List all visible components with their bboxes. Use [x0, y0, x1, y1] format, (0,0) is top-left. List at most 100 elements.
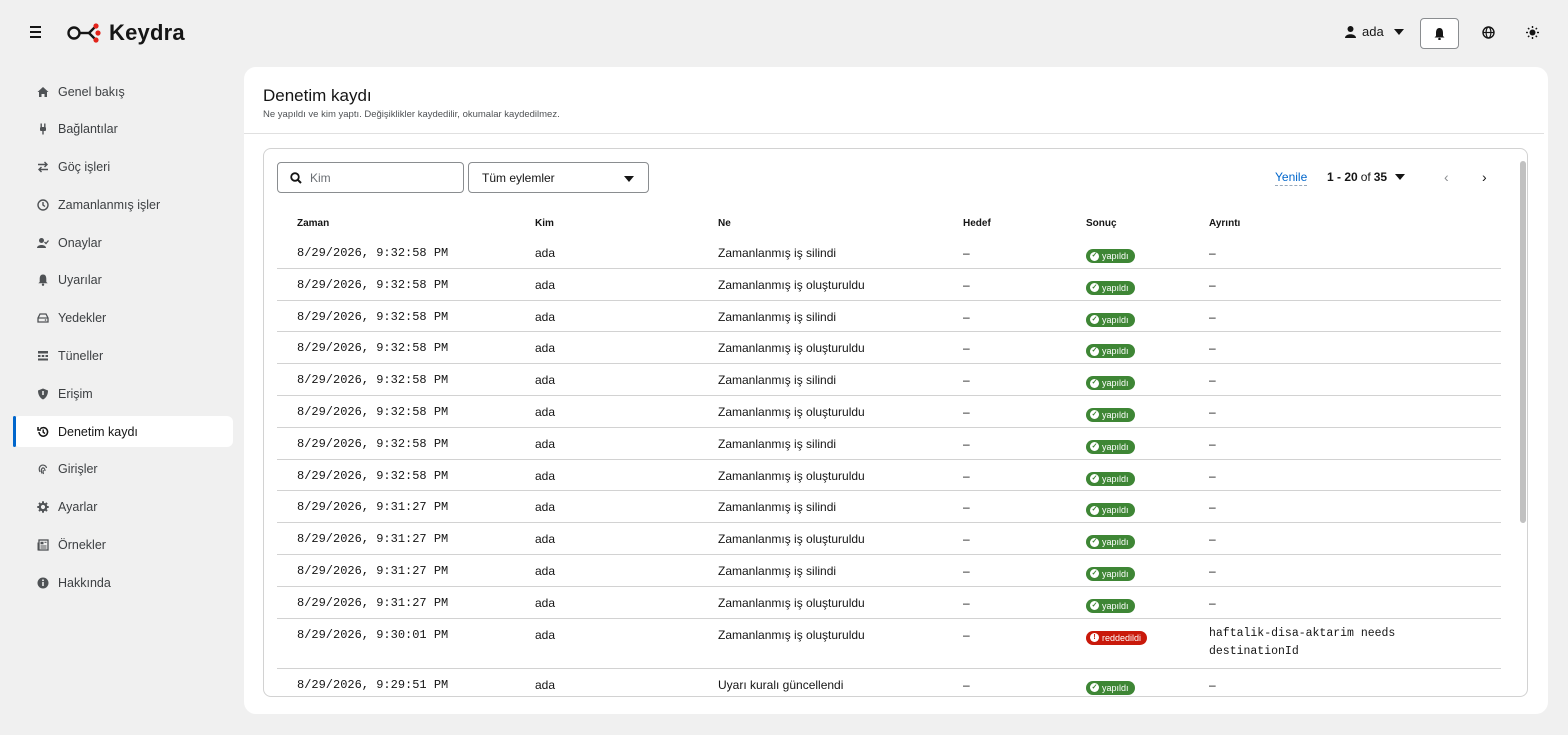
chevron-down-icon	[624, 176, 634, 182]
action-cell: Zamanlanmış iş silindi	[718, 500, 837, 515]
refresh-button[interactable]: Yenile	[1275, 170, 1308, 186]
action-cell: Zamanlanmış iş silindi	[718, 563, 837, 578]
next-page-button[interactable]: ›	[1482, 169, 1487, 185]
time-cell: 8/29/2026, 9:32:58 PM	[297, 341, 449, 356]
globe-icon	[1481, 25, 1495, 39]
result-cell: ! reddedildi	[1086, 628, 1148, 645]
result-cell: ✓ yapıldı	[1086, 373, 1135, 391]
user-cell: ada	[535, 373, 556, 388]
check-circle-icon: ✓	[1090, 601, 1099, 611]
table-row[interactable]: 8/29/2026, 9:32:58 PM ada Zamanlanmış iş o…	[277, 460, 1501, 492]
table-row[interactable]: 8/29/2026, 9:32:58 PM ada Zamanlanmış iş s…	[277, 301, 1501, 333]
table-row[interactable]: 8/29/2026, 9:32:58 PM ada Zamanlanmış iş o…	[277, 332, 1501, 365]
sidebar-item-label: Erişim	[58, 386, 93, 401]
status-badge-label: yapıldı	[1102, 409, 1129, 420]
language-button[interactable]	[1480, 24, 1496, 40]
user-cell: ada	[535, 341, 556, 356]
history-icon	[37, 426, 49, 438]
table-row[interactable]: 8/29/2026, 9:31:27 PM ada Zamanlanmış iş s…	[277, 555, 1501, 587]
table-body: 8/29/2026, 9:32:58 PM ada Zamanlanmış iş s…	[277, 237, 1501, 696]
sun-icon	[1525, 25, 1539, 39]
user-menu[interactable]: ada	[1345, 24, 1404, 39]
pager-range: 1 - 20	[1327, 170, 1358, 184]
column-header[interactable]: Ne	[718, 218, 731, 229]
table-row[interactable]: 8/29/2026, 9:29:51 PM ada Uyarı kuralı gün…	[277, 669, 1501, 696]
table-row[interactable]: 8/29/2026, 9:32:58 PM ada Zamanlanmış iş o…	[277, 396, 1501, 428]
user-cell: ada	[535, 500, 556, 515]
user-check-icon	[37, 237, 49, 249]
time-cell: 8/29/2026, 9:31:27 PM	[297, 563, 449, 578]
detail-cell: –	[1209, 563, 1216, 578]
pagination-menu[interactable]: 1 - 20 of 35	[1327, 170, 1406, 184]
sidebar-item[interactable]: Genel bakış	[14, 76, 233, 107]
detail-cell: –	[1209, 677, 1216, 692]
chevron-down-icon	[1395, 174, 1406, 180]
sidebar-item[interactable]: Zamanlanmış işler	[14, 189, 233, 220]
sidebar-item-label: Örnekler	[58, 538, 106, 553]
table-row[interactable]: 8/29/2026, 9:32:58 PM ada Zamanlanmış iş s…	[277, 364, 1501, 396]
status-badge-label: yapıldı	[1102, 473, 1129, 484]
result-cell: ✓ yapıldı	[1086, 500, 1135, 518]
sidebar-item[interactable]: Onaylar	[14, 227, 233, 258]
sidebar-item[interactable]: Bağlantılar	[14, 114, 233, 145]
app-logo[interactable]: Keydra	[67, 18, 185, 48]
detail-cell: –	[1209, 500, 1216, 515]
result-cell: ✓ yapıldı	[1086, 246, 1135, 263]
sidebar-item[interactable]: Uyarılar	[14, 265, 233, 296]
table-row[interactable]: 8/29/2026, 9:32:58 PM ada Zamanlanmış iş o…	[277, 269, 1501, 301]
status-badge: ✓ yapıldı	[1086, 344, 1135, 359]
time-cell: 8/29/2026, 9:31:27 PM	[297, 532, 449, 547]
sidebar-item[interactable]: Göç işleri	[14, 152, 233, 183]
column-header[interactable]: Ayrıntı	[1209, 218, 1240, 229]
sidebar-item[interactable]: Yedekler	[14, 303, 233, 334]
check-circle-icon: ✓	[1090, 283, 1099, 293]
sidebar-item[interactable]: Örnekler	[14, 530, 233, 561]
status-badge-label: yapıldı	[1102, 346, 1129, 357]
column-header[interactable]: Sonuç	[1086, 218, 1117, 229]
sidebar-item[interactable]: Tüneller	[14, 341, 233, 372]
prev-page-button[interactable]: ‹	[1444, 169, 1449, 185]
sidebar-item[interactable]: Denetim kaydı	[13, 416, 233, 448]
sidebar-item[interactable]: Erişim	[14, 378, 233, 409]
status-badge: ✓ yapıldı	[1086, 407, 1135, 422]
clock-icon	[37, 199, 49, 211]
action-filter-select[interactable]: Tüm eylemler	[468, 162, 649, 193]
column-header[interactable]: Zaman	[297, 218, 329, 229]
search-input[interactable]: Kim	[277, 162, 464, 193]
sidebar-item[interactable]: Ayarlar	[14, 492, 233, 523]
table-row[interactable]: 8/29/2026, 9:31:27 PM ada Zamanlanmış iş o…	[277, 587, 1501, 619]
scrollbar[interactable]	[1520, 161, 1526, 523]
sidebar-item[interactable]: Hakkında	[14, 567, 233, 598]
menu-icon[interactable]	[30, 26, 41, 38]
status-badge: ✓ yapıldı	[1086, 680, 1135, 695]
check-circle-icon: ✓	[1090, 569, 1099, 579]
action-cell: Zamanlanmış iş silindi	[718, 246, 837, 260]
page-subtitle: Ne yapıldı ve kim yaptı. Değişiklikler k…	[263, 109, 560, 120]
user-cell: ada	[535, 404, 556, 419]
detail-cell: –	[1209, 373, 1216, 388]
plug-icon	[37, 123, 49, 135]
target-cell: –	[963, 309, 970, 324]
time-cell: 8/29/2026, 9:30:01 PM	[297, 627, 449, 642]
notifications-button[interactable]	[1420, 18, 1459, 49]
check-circle-icon: ✓	[1090, 251, 1099, 261]
column-header[interactable]: Hedef	[963, 218, 991, 229]
action-cell: Zamanlanmış iş silindi	[718, 436, 837, 451]
table-row[interactable]: 8/29/2026, 9:30:01 PM ada Zamanlanmış iş o…	[277, 619, 1501, 669]
column-header[interactable]: Kim	[535, 218, 554, 229]
table-row[interactable]: 8/29/2026, 9:32:58 PM ada Zamanlanmış iş s…	[277, 428, 1501, 460]
table-row[interactable]: 8/29/2026, 9:32:58 PM ada Zamanlanmış iş s…	[277, 237, 1501, 269]
status-badge: ✓ yapıldı	[1086, 439, 1135, 454]
status-badge-label: yapıldı	[1102, 537, 1129, 548]
action-cell: Zamanlanmış iş oluşturuldu	[718, 277, 865, 292]
top-header: Keydra ada	[0, 0, 1568, 66]
table-row[interactable]: 8/29/2026, 9:31:27 PM ada Zamanlanmış iş o…	[277, 523, 1501, 555]
time-cell: 8/29/2026, 9:32:58 PM	[297, 246, 449, 260]
sidebar-item-label: Bağlantılar	[58, 122, 118, 137]
table-row[interactable]: 8/29/2026, 9:31:27 PM ada Zamanlanmış iş s…	[277, 491, 1501, 524]
audit-log-panel: Kim Tüm eylemler Yenile 1 - 20 of 35 ‹ ›…	[263, 148, 1528, 697]
result-cell: ✓ yapıldı	[1086, 469, 1135, 486]
theme-button[interactable]	[1524, 24, 1540, 40]
pager-of: of	[1360, 170, 1371, 184]
sidebar-item[interactable]: Girişler	[14, 454, 233, 485]
